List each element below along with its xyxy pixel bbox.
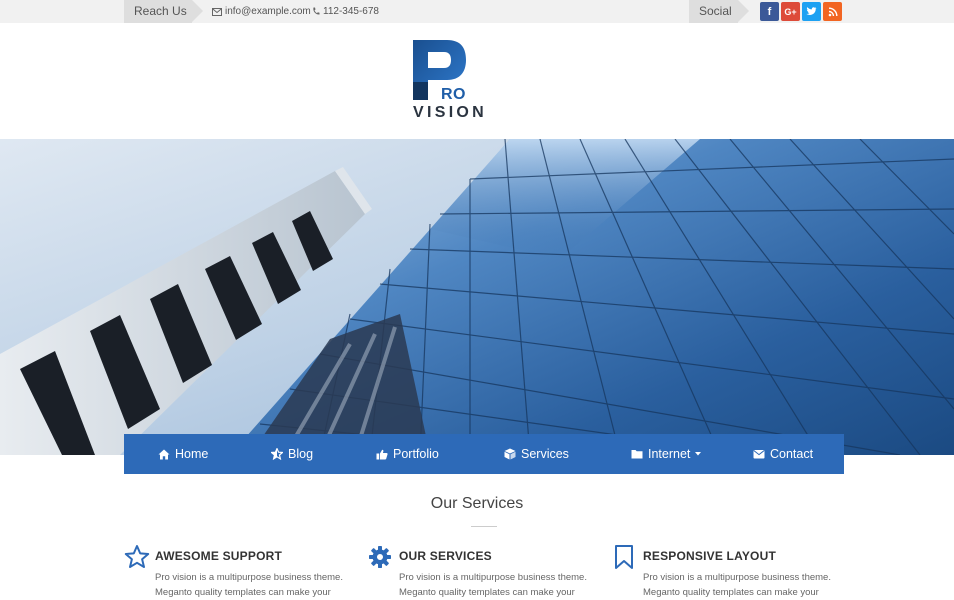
- nav-item-blog[interactable]: Blog: [271, 434, 313, 474]
- cube-icon: [504, 448, 516, 460]
- thumbs-up-icon: [376, 449, 388, 459]
- nav-item-services[interactable]: Services: [504, 434, 569, 474]
- service-text: Pro vision is a multipurpose business th…: [399, 572, 587, 598]
- section-title: Our Services: [430, 495, 524, 512]
- phone-icon: [313, 7, 320, 15]
- star-icon: [271, 448, 283, 460]
- title-divider: [471, 526, 497, 527]
- hero-image: [0, 139, 954, 455]
- google-plus-icon[interactable]: G+: [781, 2, 800, 21]
- main-nav: Home Blog Portfolio Services Internet Co…: [124, 434, 844, 474]
- caret-down-icon: [695, 452, 702, 456]
- nav-label-home: Home: [175, 447, 209, 461]
- social-label: Social: [689, 0, 749, 23]
- email-text: info@example.com: [225, 6, 311, 17]
- envelope-icon: [212, 7, 222, 16]
- top-bar: Reach Us info@example.com 112-345-678 So…: [0, 0, 954, 23]
- social-icons: f G+: [760, 2, 842, 21]
- building-photo: [0, 139, 954, 455]
- service-text: Pro vision is a multipurpose business th…: [643, 572, 831, 598]
- service-title: AWESOME SUPPORT: [155, 549, 283, 563]
- folder-icon: [631, 450, 643, 459]
- nav-item-home[interactable]: Home: [158, 434, 208, 474]
- service-text: Pro vision is a multipurpose business th…: [155, 572, 343, 598]
- logo-text-vision: VISION: [413, 104, 488, 121]
- star-outline-icon: [124, 545, 150, 568]
- bookmark-icon: [615, 545, 633, 569]
- nav-item-portfolio[interactable]: Portfolio: [376, 434, 439, 474]
- nav-label-contact: Contact: [770, 447, 814, 461]
- envelope-icon: [753, 450, 765, 459]
- facebook-icon[interactable]: f: [760, 2, 779, 21]
- nav-label-services: Services: [521, 447, 569, 461]
- service-title: OUR SERVICES: [399, 549, 492, 563]
- gear-icon: [369, 546, 391, 568]
- rss-icon[interactable]: [823, 2, 842, 21]
- home-icon: [158, 449, 170, 459]
- nav-label-portfolio: Portfolio: [393, 447, 439, 461]
- twitter-icon[interactable]: [802, 2, 821, 21]
- nav-item-internet[interactable]: Internet: [631, 434, 702, 474]
- email-contact[interactable]: info@example.com: [212, 0, 311, 23]
- reach-us-label: Reach Us: [124, 0, 203, 23]
- phone-contact[interactable]: 112-345-678: [312, 0, 379, 23]
- nav-label-internet: Internet: [648, 447, 691, 461]
- nav-label-blog: Blog: [288, 447, 314, 461]
- site-logo[interactable]: RO VISION: [411, 38, 495, 122]
- service-title: RESPONSIVE LAYOUT: [643, 549, 776, 563]
- phone-text: 112-345-678: [323, 6, 379, 17]
- nav-item-contact[interactable]: Contact: [753, 434, 813, 474]
- logo-text-ro: RO: [441, 86, 466, 103]
